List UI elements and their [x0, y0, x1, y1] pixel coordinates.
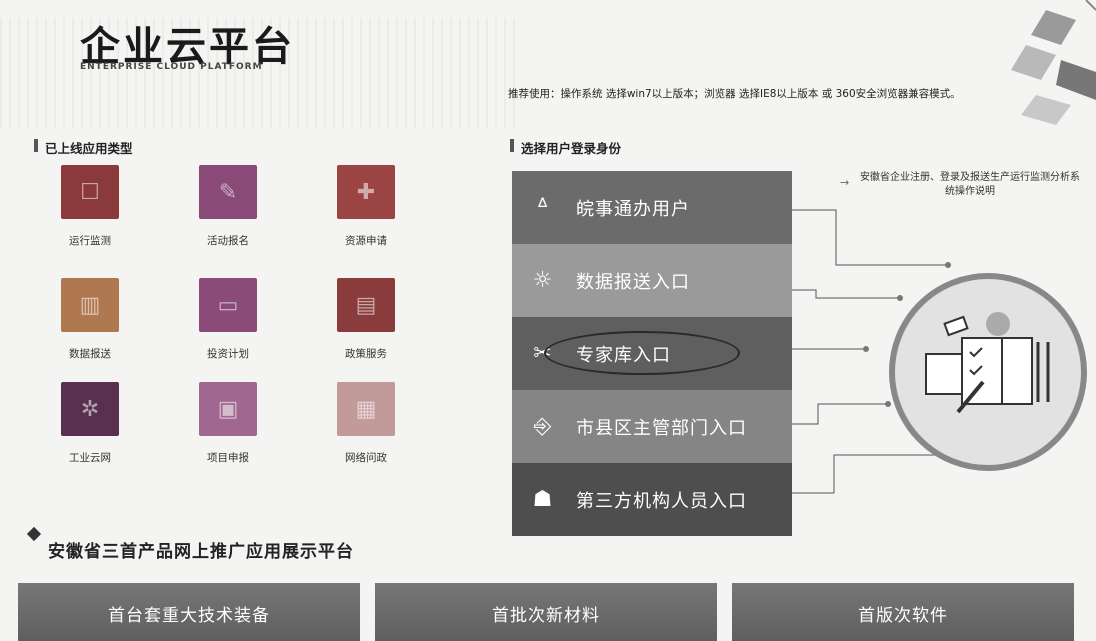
login-third-party-button[interactable]: ☗ 第三方机构人员入口 — [512, 463, 792, 536]
login-label: 第三方机构人员入口 — [576, 490, 747, 512]
login-department-button[interactable]: ⎆ 市县区主管部门入口 — [512, 390, 792, 463]
operation-guide-link[interactable]: 安徽省企业注册、登录及报送生产运行监测分析系统操作说明 — [860, 171, 1080, 199]
department-door-icon: ⎆ — [533, 414, 553, 439]
highlight-ellipse — [544, 331, 740, 375]
promo-equipment-button[interactable]: 首台套重大技术装备 — [18, 583, 360, 641]
login-data-report-button[interactable]: ☼ 数据报送入口 — [512, 244, 792, 317]
login-label: 数据报送入口 — [576, 271, 690, 293]
arrow-right-icon: → — [840, 176, 850, 189]
third-party-users-icon: ☗ — [532, 487, 554, 512]
login-list: ᐞ 皖事通办用户 ☼ 数据报送入口 ✂ 专家库入口 ⎆ 市县区主管部门入口 ☗ … — [512, 171, 792, 536]
promo-buttons: 首台套重大技术装备 首批次新材料 首版次软件 — [18, 583, 1084, 641]
login-expert-button[interactable]: ✂ 专家库入口 — [512, 317, 792, 390]
promo-title: 安徽省三首产品网上推广应用展示平台 — [48, 542, 354, 562]
login-wanshitong-button[interactable]: ᐞ 皖事通办用户 — [512, 171, 792, 244]
wanshitong-icon: ᐞ — [536, 195, 550, 220]
login-label: 皖事通办用户 — [576, 198, 690, 220]
document-illustration — [889, 273, 1087, 471]
promo-software-button[interactable]: 首版次软件 — [732, 583, 1074, 641]
login-label: 市县区主管部门入口 — [576, 417, 747, 439]
promo-materials-button[interactable]: 首批次新材料 — [375, 583, 717, 641]
data-report-sun-icon: ☼ — [532, 268, 554, 293]
